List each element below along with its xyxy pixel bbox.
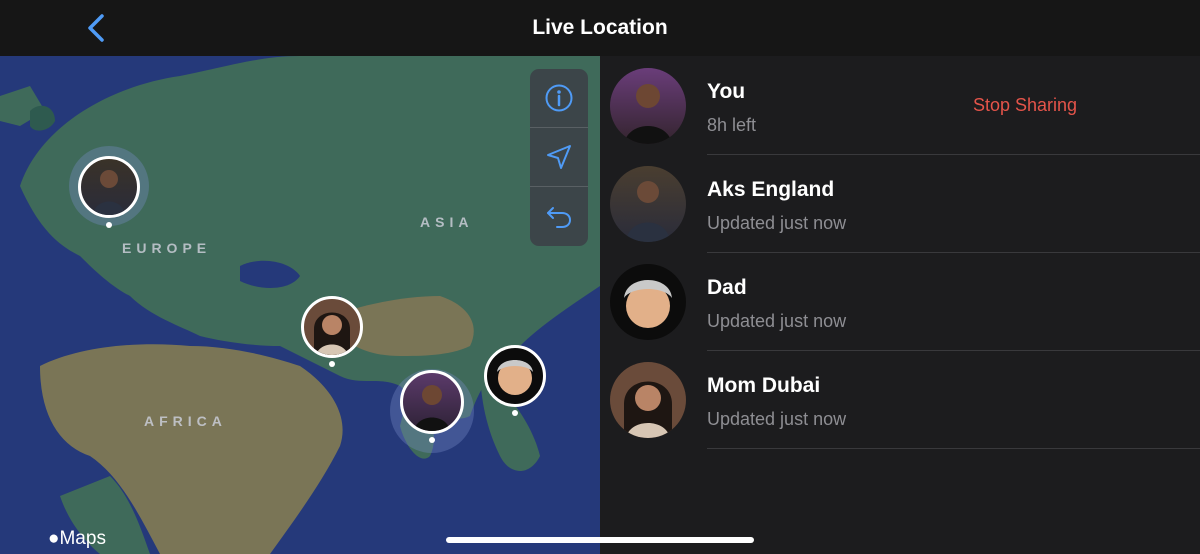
- maps-label: Maps: [59, 528, 106, 549]
- location-dot: [512, 410, 518, 416]
- person-name: Dad: [707, 276, 747, 299]
- person-status: 8h left: [707, 115, 757, 135]
- map-background: [0, 56, 600, 554]
- navigation-bar: Live Location: [0, 0, 1200, 56]
- person-status: Updated just now: [707, 311, 847, 331]
- person-status: Updated just now: [707, 213, 847, 233]
- avatar-memoji: [497, 360, 533, 395]
- location-arrow-icon: [547, 145, 571, 169]
- avatar-photo: [314, 312, 350, 355]
- map-pin-you[interactable]: [400, 370, 464, 434]
- map-view[interactable]: EUROPE ASIA AFRICA ●Maps: [0, 56, 600, 554]
- info-icon: [545, 84, 573, 112]
- home-indicator[interactable]: [446, 537, 754, 543]
- avatar: [610, 362, 686, 438]
- location-dot: [106, 222, 112, 228]
- avatar: [610, 68, 686, 144]
- person-name: Mom Dubai: [707, 374, 821, 397]
- map-pin-mom-dubai[interactable]: [301, 296, 363, 358]
- recenter-button[interactable]: [530, 187, 588, 245]
- map-pin-dad[interactable]: [484, 345, 546, 407]
- region-label-europe: EUROPE: [122, 240, 212, 256]
- person-name: You: [707, 80, 746, 103]
- list-item-dad[interactable]: Dad Updated just now: [600, 252, 1200, 351]
- people-list: You 8h left Stop Sharing Aks England Upd…: [600, 56, 1200, 554]
- avatar-photo: [624, 381, 672, 438]
- list-item-mom-dubai[interactable]: Mom Dubai Updated just now: [600, 350, 1200, 449]
- avatar-photo: [626, 181, 670, 242]
- location-dot: [429, 437, 435, 443]
- avatar-photo: [414, 385, 450, 431]
- undo-icon: [547, 207, 572, 228]
- avatar-photo: [93, 170, 125, 215]
- avatar: [610, 166, 686, 242]
- map-controls: [530, 69, 588, 246]
- region-label-africa: AFRICA: [144, 413, 227, 429]
- person-status: Updated just now: [707, 409, 847, 429]
- avatar-photo: [624, 84, 672, 144]
- person-name: Aks England: [707, 178, 835, 201]
- apple-logo-icon: ●: [48, 528, 60, 549]
- list-item-you[interactable]: You 8h left Stop Sharing: [600, 56, 1200, 155]
- list-item-aks-england[interactable]: Aks England Updated just now: [600, 154, 1200, 253]
- avatar-memoji: [624, 280, 672, 328]
- apple-maps-attribution: ●Maps: [48, 528, 106, 550]
- divider: [707, 448, 1200, 449]
- avatar: [610, 264, 686, 340]
- location-dot: [329, 361, 335, 367]
- current-location-button[interactable]: [530, 128, 588, 186]
- stop-sharing-button[interactable]: Stop Sharing: [973, 95, 1077, 116]
- map-pin-aks-england[interactable]: [78, 156, 140, 218]
- region-label-asia: ASIA: [420, 214, 474, 230]
- info-button[interactable]: [530, 69, 588, 127]
- page-title: Live Location: [532, 16, 668, 39]
